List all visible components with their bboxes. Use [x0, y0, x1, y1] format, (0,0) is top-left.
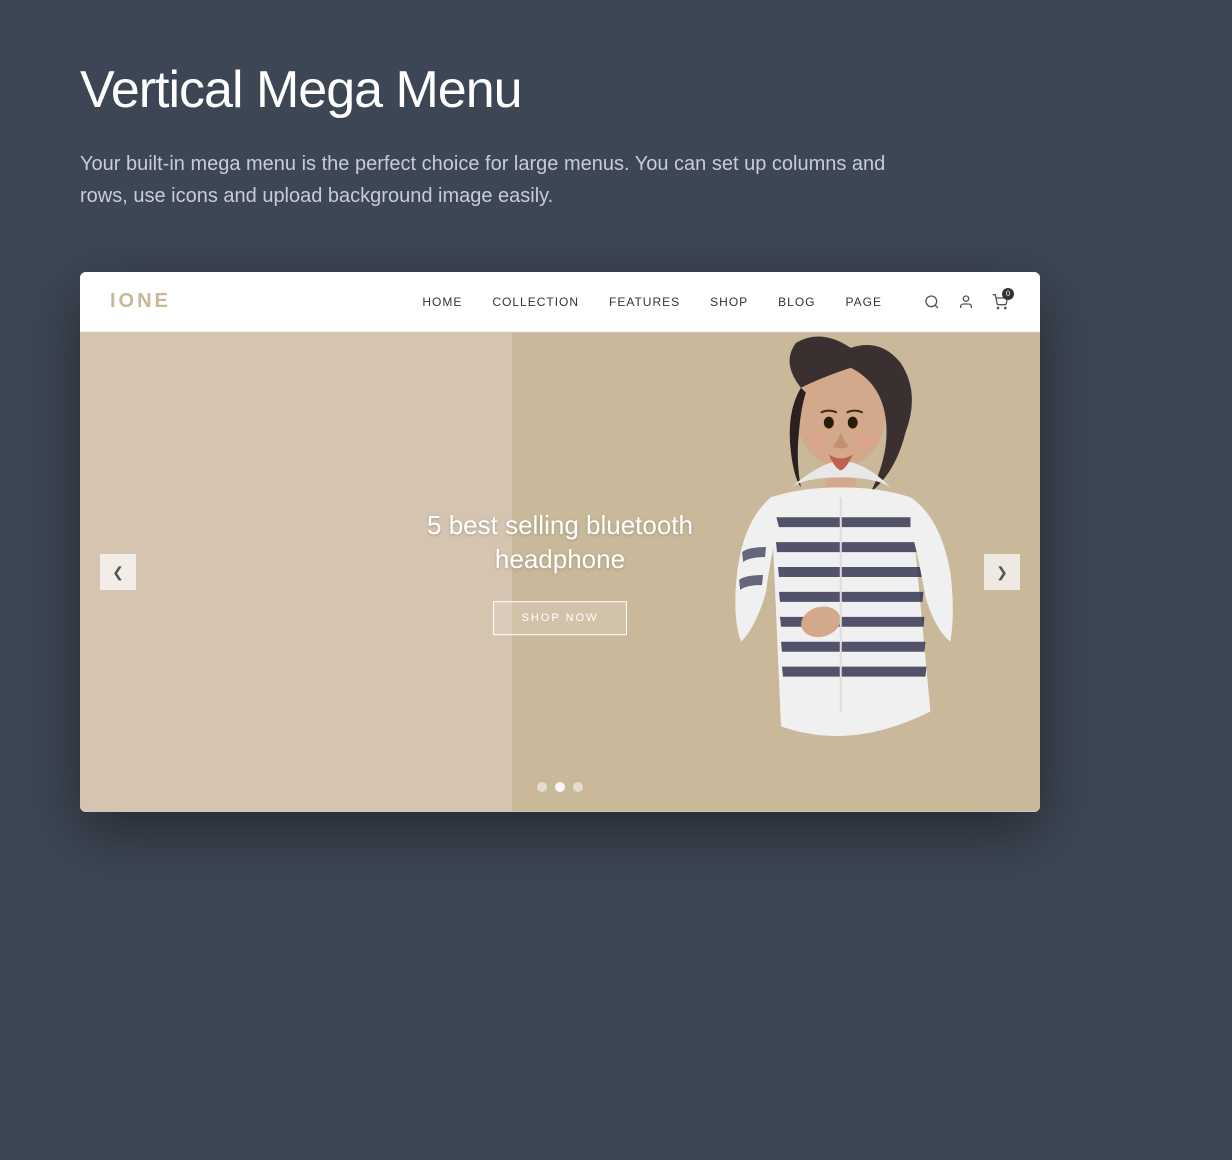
carousel-dots [537, 782, 583, 792]
page-description: Your built-in mega menu is the perfect c… [80, 148, 900, 212]
shop-now-button[interactable]: SHOP NOW [493, 601, 628, 635]
cart-badge: 0 [1002, 288, 1014, 300]
arrow-left-icon: ❮ [112, 564, 124, 581]
store-navbar: IONE HOME COLLECTION FEATURES SHOP BLOG … [80, 272, 1040, 332]
hero-section: 5 best selling bluetooth headphone SHOP … [80, 332, 1040, 812]
arrow-right-icon: ❯ [996, 564, 1008, 581]
store-nav: HOME COLLECTION FEATURES SHOP BLOG PAGE [422, 295, 882, 309]
account-icon[interactable] [956, 292, 976, 312]
carousel-dot-2[interactable] [555, 782, 565, 792]
browser-mockup: IONE HOME COLLECTION FEATURES SHOP BLOG … [80, 272, 1040, 812]
page-title: Vertical Mega Menu [80, 60, 1152, 120]
nav-item-shop[interactable]: SHOP [710, 295, 748, 309]
nav-item-page[interactable]: PAGE [846, 295, 882, 309]
hero-text: 5 best selling bluetooth headphone SHOP … [427, 509, 693, 635]
cart-icon[interactable]: 0 [990, 292, 1010, 312]
search-icon[interactable] [922, 292, 942, 312]
nav-item-blog[interactable]: BLOG [778, 295, 815, 309]
nav-item-home[interactable]: HOME [422, 295, 462, 309]
nav-item-collection[interactable]: COLLECTION [492, 295, 579, 309]
store-logo: IONE [110, 290, 171, 313]
carousel-dot-3[interactable] [573, 782, 583, 792]
carousel-prev-button[interactable]: ❮ [100, 554, 136, 590]
carousel-next-button[interactable]: ❯ [984, 554, 1020, 590]
carousel-dot-1[interactable] [537, 782, 547, 792]
nav-item-features[interactable]: FEATURES [609, 295, 680, 309]
hero-title: 5 best selling bluetooth headphone [427, 509, 693, 577]
store-icons: 0 [922, 292, 1010, 312]
